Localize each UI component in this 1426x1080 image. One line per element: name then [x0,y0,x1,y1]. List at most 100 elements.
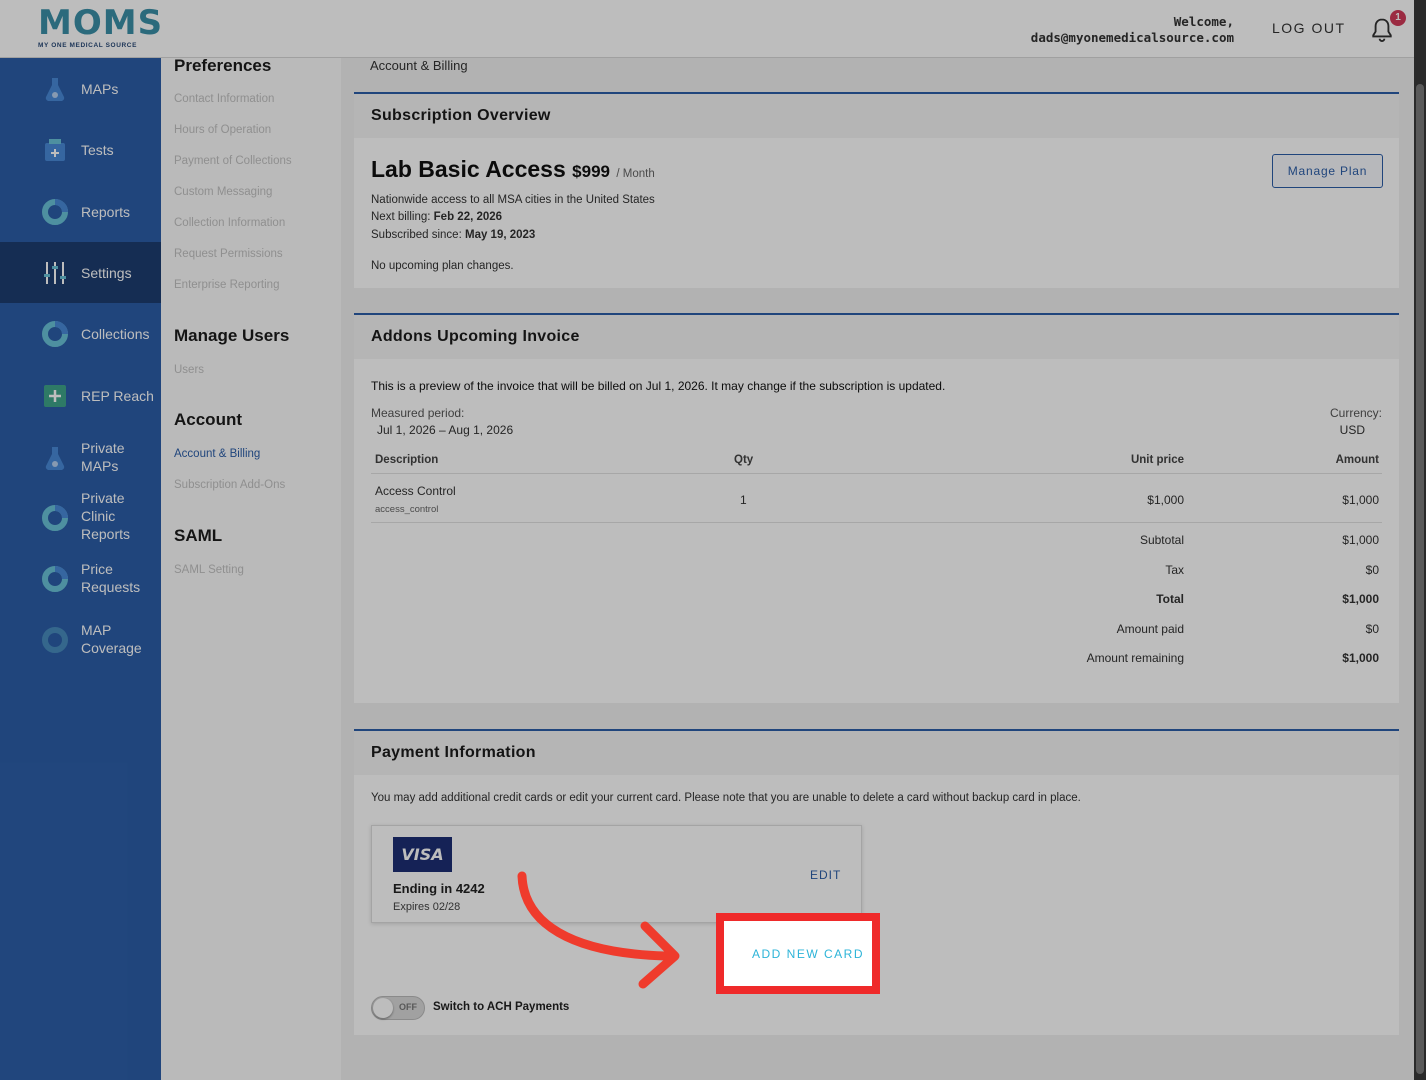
plan-period: / Month [616,168,655,180]
tax-label: Tax [1165,563,1184,577]
sidebar-item-private-maps[interactable]: Private MAPs [0,425,161,479]
line-item-unit-price: $1,000 [1147,493,1184,507]
currency-value: USD [1339,423,1365,437]
col-description: Description [375,454,439,466]
scrollbar-thumb[interactable] [1416,84,1424,1074]
col-amount: Amount [1335,454,1379,466]
settings-link-saml-setting[interactable]: SAML Setting [174,564,244,576]
subtotal-label: Subtotal [1139,533,1184,547]
card-ending: Ending in 4242 [393,881,485,896]
sidebar-item-tests[interactable]: Tests [0,120,161,181]
toggle-state: OFF [399,1002,417,1012]
plan-title: Lab Basic Access $999 / Month [371,156,655,183]
sidebar-label: Settings [81,265,132,281]
account-title: Account [174,410,242,429]
addons-invoice-card: Addons Upcoming Invoice This is a previe… [354,313,1399,703]
settings-menu: Preferences Contact Information Hours of… [161,56,341,1080]
sidebar-label: Private MAPs [81,440,125,474]
sidebar-item-settings[interactable]: Settings [0,242,161,303]
settings-link-hours[interactable]: Hours of Operation [174,124,271,136]
sidebar-label: MAPs [81,81,119,97]
total-label: Total [1156,592,1184,606]
sidebar-label: REP Reach [81,388,154,404]
sidebar-item-collections[interactable]: Collections [0,303,161,364]
sidebar-item-price-requests[interactable]: Price Requests [0,551,161,611]
settings-link-contact-information[interactable]: Contact Information [174,93,274,105]
card-expiry: Expires 02/28 [393,901,461,913]
subscribed-since-label: Subscribed since: [371,229,462,241]
line-item-name: Access Control [375,484,456,498]
amount-paid-value: $0 [1365,622,1379,636]
sidebar-label: Price Requests [81,561,141,595]
sidebar-item-rep-reach[interactable]: REP Reach [0,364,161,425]
map-icon [42,627,68,653]
add-new-card-button[interactable]: ADD NEW CARD [752,947,864,961]
toggle-knob [373,998,393,1018]
settings-link-collection-information[interactable]: Collection Information [174,217,285,229]
saml-title: SAML [174,526,223,545]
welcome-label: Welcome, [1173,14,1234,29]
notification-badge: 1 [1390,10,1406,26]
subscription-overview-card: Subscription Overview Lab Basic Access $… [354,92,1399,288]
user-email: dads@myonemedicalsource.com [1030,30,1234,45]
pointer-arrow-icon [517,871,680,989]
sidebar-item-reports[interactable]: Reports [0,181,161,242]
breadcrumb: Account & Billing [370,58,468,73]
invoice-preview-text: This is a preview of the invoice that wi… [371,379,946,393]
sidebar-label: Collections [81,326,150,342]
plan-price: $999 [572,162,610,181]
sidebar-item-private-clinic-reports[interactable]: Private Clinic Reports [0,479,161,551]
sidebar-item-map-coverage[interactable]: MAP Coverage [0,611,161,671]
col-unit-price: Unit price [1130,454,1184,466]
payment-note: You may add additional credit cards or e… [371,792,1081,804]
logout-button[interactable]: LOG OUT [1272,20,1346,36]
subscribed-since: Subscribed since: May 19, 2023 [371,229,535,241]
subscribed-since-date: May 19, 2023 [464,229,536,241]
edit-card-link[interactable]: EDIT [810,868,841,882]
manage-plan-button[interactable]: Manage Plan [1272,154,1383,188]
plan-description: Nationwide access to all MSA cities in t… [371,194,655,206]
sidebar-item-maps[interactable]: MAPs [0,58,161,120]
sliders-icon [44,262,66,284]
add-new-card-highlight: ADD NEW CARD [716,913,880,994]
settings-link-request-permissions[interactable]: Request Permissions [174,248,283,260]
donut-chart-icon [42,505,68,531]
next-billing-label: Next billing: [371,211,431,223]
settings-link-custom-messaging[interactable]: Custom Messaging [174,186,272,198]
card-title: Subscription Overview [354,94,1399,138]
amount-remaining-value: $1,000 [1342,651,1379,665]
next-billing-date: Feb 22, 2026 [433,211,503,223]
settings-link-enterprise-reporting[interactable]: Enterprise Reporting [174,279,279,291]
total-value: $1,000 [1342,592,1379,606]
settings-link-account-billing[interactable]: Account & Billing [174,448,260,460]
sidebar-label: Reports [81,204,131,220]
sidebar-label: MAP Coverage [81,622,142,656]
settings-link-payment-of-collections[interactable]: Payment of Collections [174,155,292,167]
main-sidebar: MAPs Tests Reports Settings Collections … [0,58,161,1080]
settings-link-users[interactable]: Users [174,364,204,376]
visa-logo-icon: VISA [393,837,452,872]
flask-icon [45,447,65,471]
divider [371,522,1382,523]
currency-label: Currency: [1329,406,1382,420]
welcome-message: Welcome, dads@myonemedicalsource.com [1031,14,1234,46]
divider [371,473,1382,474]
ach-toggle-label: Switch to ACH Payments [433,1001,570,1013]
top-header: MOMS MY ONE MEDICAL SOURCE Welcome, dads… [0,0,1414,58]
test-kit-icon [45,139,65,161]
moms-logo[interactable]: MOMS MY ONE MEDICAL SOURCE [38,3,164,54]
logo-text: MOMS [38,3,164,43]
flask-icon [45,78,65,102]
line-item-qty: 1 [740,493,747,507]
settings-link-subscription-addons[interactable]: Subscription Add-Ons [174,479,285,491]
line-item-amount: $1,000 [1342,493,1379,507]
donut-chart-icon [42,566,68,592]
plus-box-icon [44,385,66,407]
tax-value: $0 [1365,563,1379,577]
donut-chart-icon [42,321,68,347]
donut-chart-icon [42,199,68,225]
ach-toggle[interactable]: OFF [371,996,425,1020]
amount-paid-label: Amount paid [1116,622,1184,636]
col-qty: Qty [734,454,754,466]
sidebar-label: Tests [81,142,114,158]
